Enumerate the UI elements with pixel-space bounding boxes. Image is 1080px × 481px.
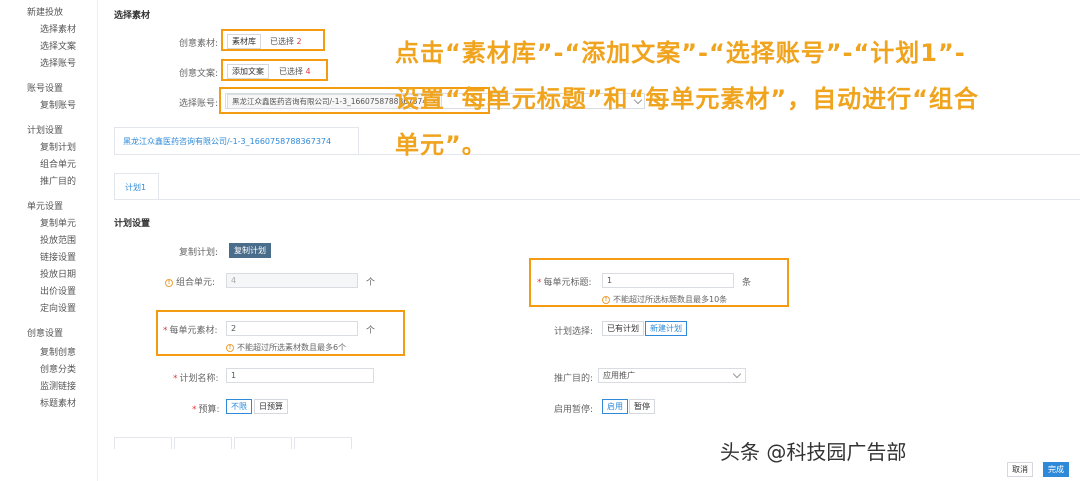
sidebar-item-select-copy[interactable]: 选择文案 [40,39,76,52]
budget-unlimited-button[interactable]: 不限 [226,399,252,414]
sidebar-item-creative-category[interactable]: 创意分类 [40,362,76,375]
sidebar-group-account-settings[interactable]: 账号设置 [27,81,63,94]
sidebar-item-monitor-link[interactable]: 监测链接 [40,379,76,392]
combine-unit-input: 4 [226,273,358,288]
sidebar-item-targeting[interactable]: 定向设置 [40,301,76,314]
sidebar-group-unit-settings[interactable]: 单元设置 [27,199,63,212]
section-title-plan-settings: 计划设置 [114,219,151,229]
cancel-button[interactable]: 取消 [1007,462,1033,477]
new-plan-button[interactable]: 新建计划 [645,321,687,336]
sidebar-item-bid-settings[interactable]: 出价设置 [40,284,76,297]
sidebar-item-combine-unit[interactable]: 组合单元 [40,157,76,170]
highlight-box-material [221,29,325,51]
sidebar-item-copy-unit[interactable]: 复制单元 [40,216,76,229]
bottom-tab-2[interactable] [174,437,232,449]
budget-label: * 预算: [192,405,220,415]
sidebar-item-select-account[interactable]: 选择账号 [40,56,76,69]
plan-name-input[interactable]: 1 [226,368,374,383]
plan-tab-label[interactable]: 计划1 [125,182,146,193]
pause-button[interactable]: 暂停 [629,399,655,414]
budget-daily-button[interactable]: 日预算 [254,399,288,414]
combine-unit-label: ! 组合单元: [165,275,215,288]
bottom-tab-3[interactable] [234,437,292,449]
sidebar-item-copy-account[interactable]: 复制账号 [40,98,76,111]
sidebar-item-copy-plan[interactable]: 复制计划 [40,140,76,153]
sidebar-group-creative-settings[interactable]: 创意设置 [27,326,63,339]
section-title-select-material: 选择素材 [114,11,151,21]
sidebar-group-new-launch[interactable]: 新建投放 [27,5,63,18]
sidebar-item-link-settings[interactable]: 链接设置 [40,250,76,263]
highlight-box-copy [221,59,328,81]
done-button[interactable]: 完成 [1043,462,1069,477]
bottom-tab-4[interactable] [294,437,352,449]
enable-button[interactable]: 启用 [602,399,628,414]
sidebar-item-select-material[interactable]: 选择素材 [40,22,76,35]
plan-select-label: 计划选择: [554,327,594,337]
copy-plan-label: 复制计划: [179,248,219,258]
watermark: 头条 @科技园广告部 [720,440,907,464]
account-label: 选择账号: [179,99,219,109]
existing-plan-button[interactable]: 已有计划 [602,321,644,336]
highlight-box-unit-material [156,310,405,356]
sidebar-item-launch-date[interactable]: 投放日期 [40,267,76,280]
sidebar-item-title-material[interactable]: 标题素材 [40,396,76,409]
plan-tab-divider [114,199,1080,200]
account-tab-label[interactable]: 黑龙江众鑫医药咨询有限公司/-1-3_1660758788367374 [123,136,331,147]
copy-plan-button[interactable]: 复制计划 [229,243,271,258]
tutorial-annotation: 点击“素材库”-“添加文案”-“选择账号”-“计划1”-设置“每单元标题”和“每… [395,39,979,159]
creative-material-label: 创意素材: [179,39,219,49]
pause-label: 启用暂停: [554,405,594,415]
bottom-tab-1[interactable] [114,437,172,449]
creative-copy-label: 创意文案: [179,69,219,79]
sidebar-group-plan-settings[interactable]: 计划设置 [27,123,63,136]
plan-name-label: * 计划名称: [173,374,219,384]
combine-unit-unit: 个 [366,278,376,288]
promo-goal-label: 推广目的: [554,374,594,384]
sidebar-item-copy-creative[interactable]: 复制创意 [40,345,76,358]
warning-icon: ! [165,278,173,287]
highlight-box-unit-title [529,258,789,307]
sidebar-item-promo-goal[interactable]: 推广目的 [40,174,76,187]
sidebar: 新建投放 选择素材 选择文案 选择账号 账号设置 复制账号 计划设置 复制计划 … [0,0,98,481]
promo-goal-select[interactable]: 应用推广 [598,368,746,383]
sidebar-item-launch-range[interactable]: 投放范围 [40,233,76,246]
